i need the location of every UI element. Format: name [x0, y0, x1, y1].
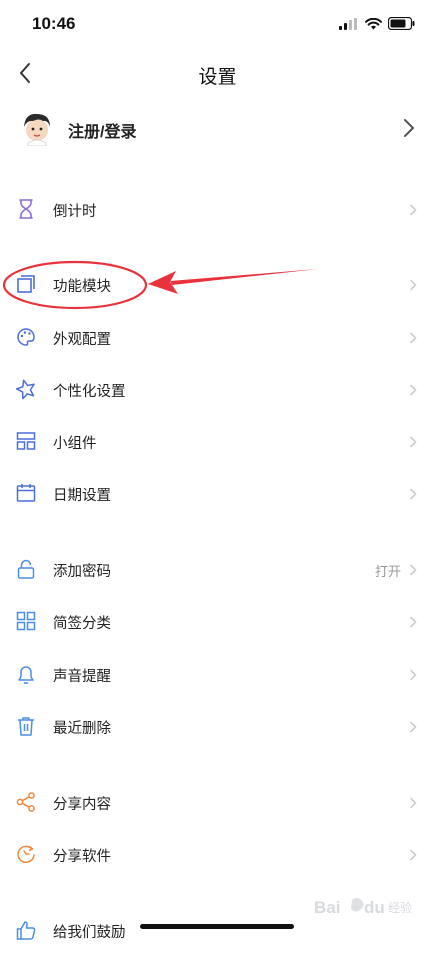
chevron-right-icon [409, 669, 417, 681]
row-label: 声音提醒 [53, 669, 111, 685]
trash-icon [18, 717, 34, 736]
login-row[interactable]: 注册/登录 [0, 100, 435, 156]
lock-icon [17, 559, 35, 579]
palette-icon [17, 328, 35, 346]
chevron-right-icon [409, 332, 417, 344]
nav-bar: 设置 [0, 50, 435, 96]
status-time: 10:46 [32, 14, 76, 33]
row-label: 个性化设置 [53, 384, 126, 400]
chevron-right-icon [409, 436, 417, 448]
row-label: 小组件 [53, 436, 97, 452]
row-label: 日期设置 [53, 488, 111, 504]
row-appearance[interactable]: 外观配置 [0, 312, 435, 364]
widget-icon [16, 432, 36, 450]
row-label: 添加密码 [53, 564, 111, 580]
hourglass-icon [19, 199, 33, 219]
row-label: 功能模块 [53, 279, 111, 295]
login-label: 注册/登录 [68, 124, 137, 141]
row-personalization[interactable]: 个性化设置 [0, 364, 435, 416]
chevron-right-icon [409, 849, 417, 861]
row-label: 简签分类 [53, 616, 111, 632]
thumbs-up-icon [16, 921, 36, 940]
chevron-right-icon [409, 797, 417, 809]
battery-icon [388, 17, 415, 30]
row-label: 分享软件 [53, 849, 111, 865]
status-bar: 10:46 [0, 0, 435, 50]
star-icon [15, 379, 35, 400]
row-encourage-us[interactable]: 给我们鼓励 [0, 905, 435, 957]
row-label: 最近删除 [53, 721, 111, 737]
chevron-right-icon [409, 488, 417, 500]
bell-icon [18, 666, 34, 684]
row-label: 倒计时 [53, 204, 97, 220]
chevron-right-icon [409, 279, 417, 291]
chevron-right-icon [409, 564, 417, 576]
row-countdown[interactable]: 倒计时 [0, 184, 435, 236]
avatar [24, 113, 50, 146]
chevron-right-icon [409, 721, 417, 733]
module-icon [17, 275, 35, 293]
chevron-right-icon [409, 616, 417, 628]
status-icons [339, 17, 415, 30]
home-indicator [140, 924, 294, 929]
grid-icon [16, 611, 36, 631]
row-share-app[interactable]: 分享软件 [0, 829, 435, 881]
row-function-modules[interactable]: 功能模块 [0, 259, 435, 311]
row-share-content[interactable]: 分享内容 [0, 777, 435, 829]
refresh-icon [17, 845, 35, 864]
chevron-right-icon [409, 204, 417, 216]
chevron-right-icon [404, 119, 414, 137]
chevron-right-icon [409, 384, 417, 396]
row-label: 分享内容 [53, 797, 111, 813]
share-icon [16, 792, 35, 812]
password-status: 打开 [374, 564, 401, 579]
row-sound-reminder[interactable]: 声音提醒 [0, 649, 435, 701]
row-date-settings[interactable]: 日期设置 [0, 468, 435, 520]
row-label: 外观配置 [53, 332, 111, 348]
row-label: 给我们鼓励 [53, 925, 126, 941]
calendar-icon [16, 484, 36, 502]
page-title: 设置 [198, 67, 237, 88]
row-widgets[interactable]: 小组件 [0, 416, 435, 468]
cellular-signal-icon [339, 17, 357, 30]
row-note-categories[interactable]: 简签分类 [0, 596, 435, 648]
row-add-password[interactable]: 添加密码 打开 [0, 544, 435, 596]
row-recently-deleted[interactable]: 最近删除 [0, 701, 435, 753]
wifi-icon [365, 17, 382, 29]
